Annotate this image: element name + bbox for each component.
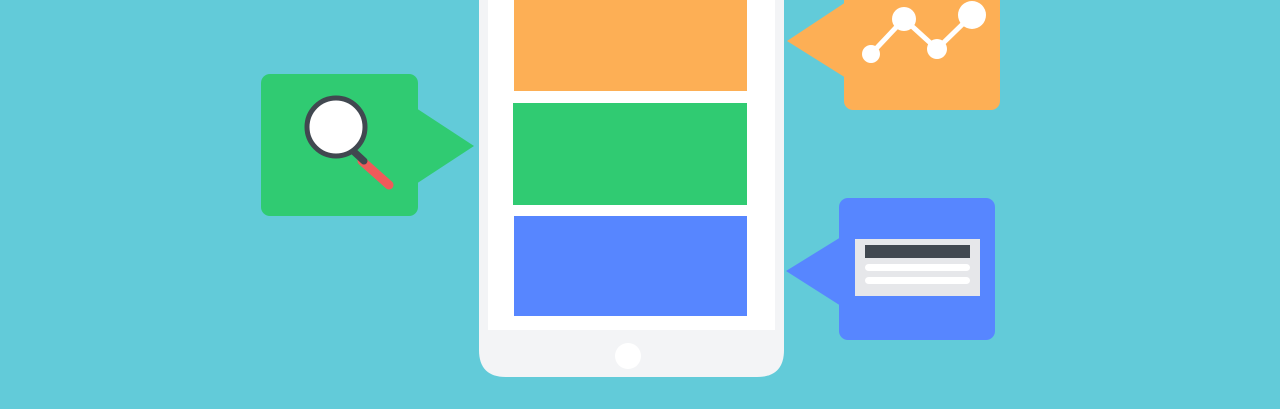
document-header-bar [865, 245, 970, 258]
home-button [615, 343, 641, 369]
illustration-canvas [0, 0, 1280, 409]
green-block [513, 103, 747, 205]
chart-point [862, 45, 880, 63]
document-text-line [865, 277, 970, 284]
orange-block [514, 0, 747, 91]
document-text-line [865, 264, 970, 271]
chart-point [958, 1, 986, 29]
phone [479, 0, 784, 377]
magnifier-lens [304, 95, 368, 159]
chart-point [892, 7, 916, 31]
document-card-icon [855, 239, 980, 296]
blue-block [514, 216, 747, 316]
chart-point [927, 39, 947, 59]
illustration-scene [0, 0, 1280, 409]
